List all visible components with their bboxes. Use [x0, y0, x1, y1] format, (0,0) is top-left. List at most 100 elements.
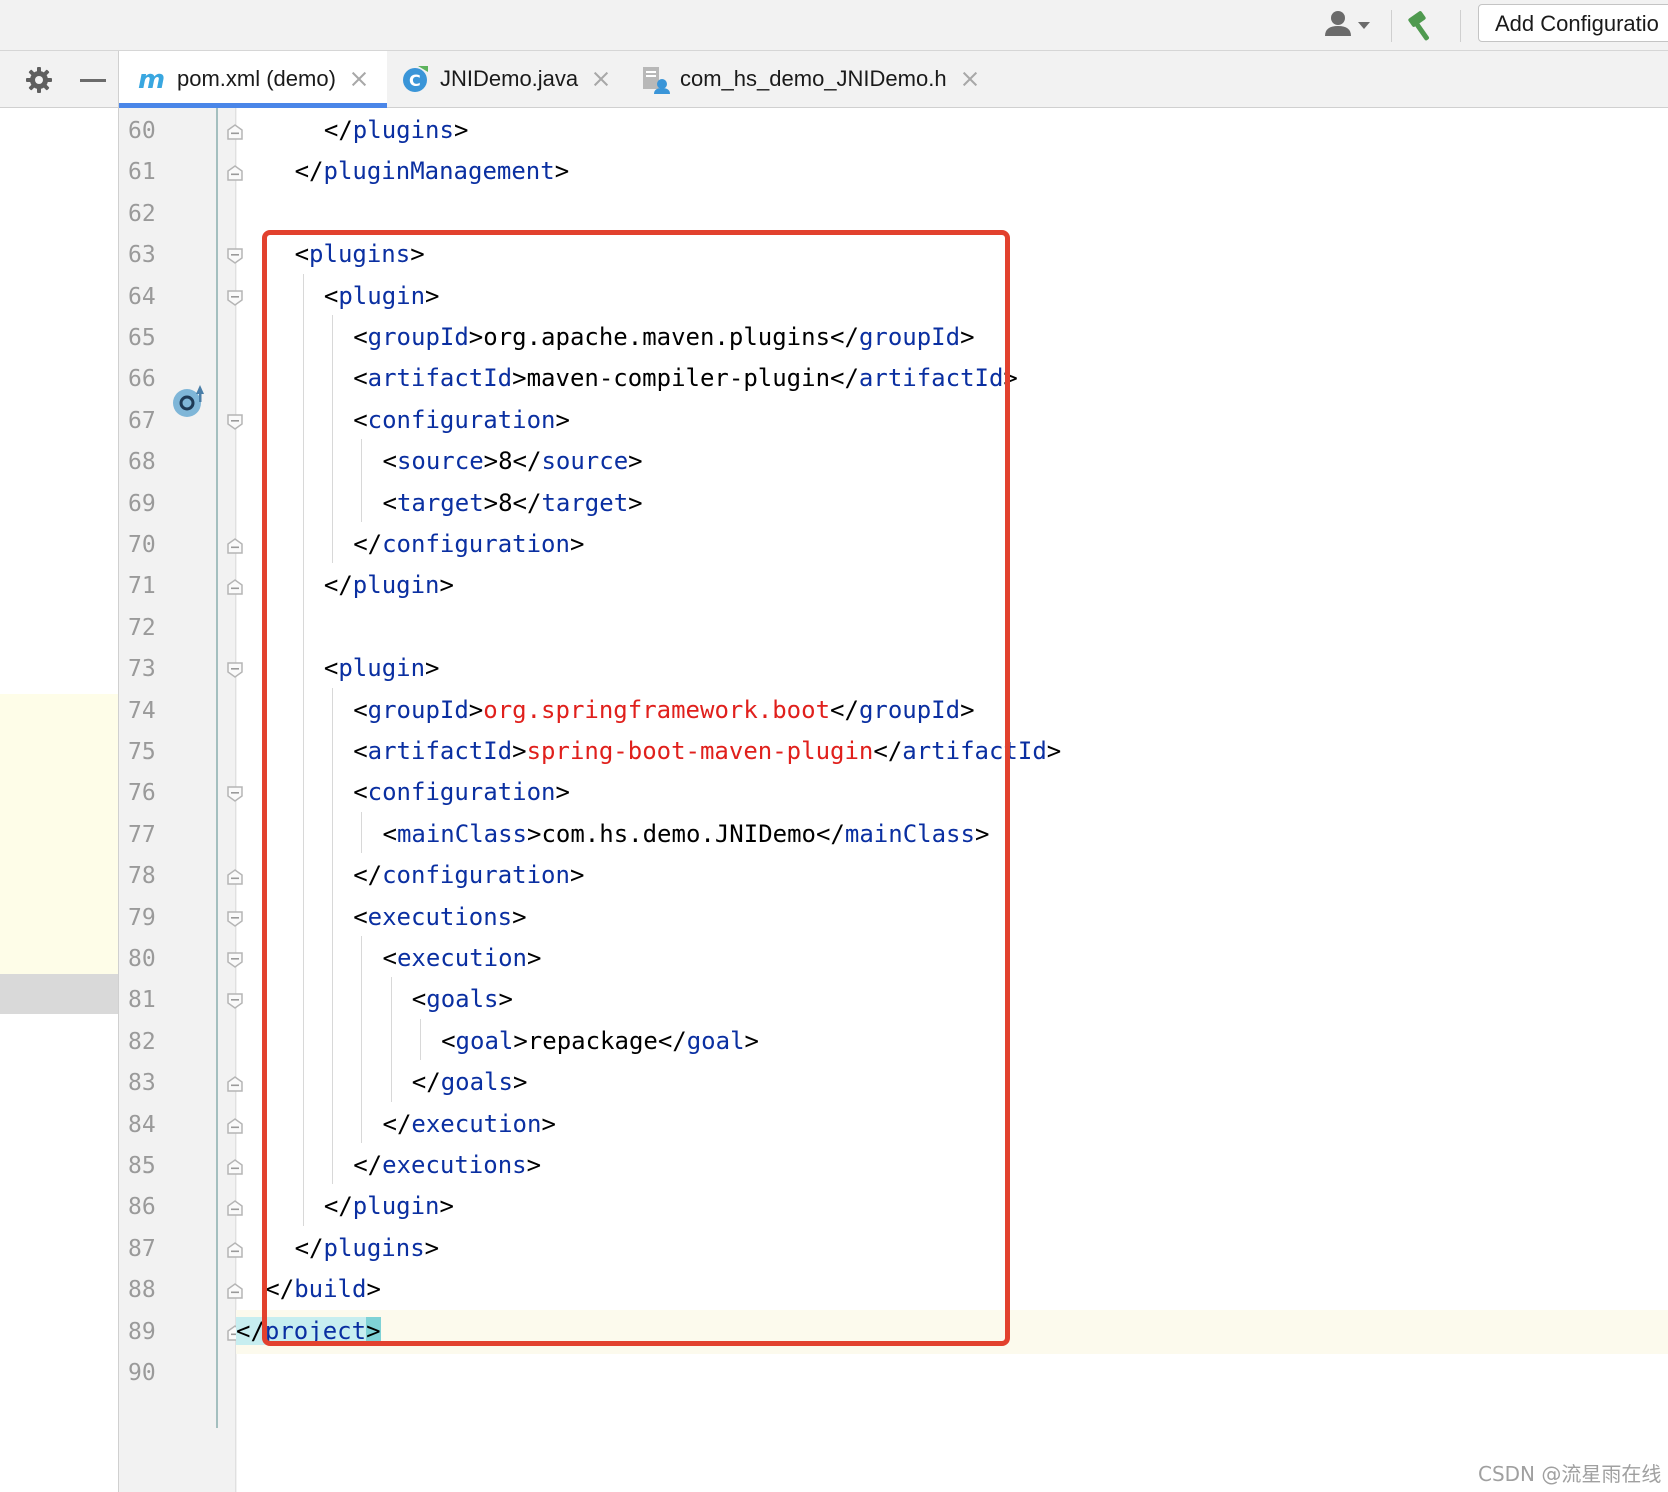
line-number: 90: [128, 1360, 156, 1386]
line-number: 76: [128, 780, 156, 807]
line-number: 69: [128, 490, 156, 517]
code-text: </: [353, 530, 383, 558]
code-text: <: [353, 902, 368, 931]
code-text: >: [1046, 737, 1062, 765]
code-text: >: [569, 530, 585, 558]
line-number: 87: [128, 1235, 156, 1262]
xml-tag-name: plugin: [352, 571, 440, 600]
code-text: <: [382, 488, 397, 517]
line-number: 73: [128, 656, 156, 683]
code-text: >: [439, 1192, 454, 1221]
xml-tag-name: configuration: [382, 530, 570, 558]
code-text: >repackage</: [513, 1026, 687, 1055]
tab-label: com_hs_demo_JNIDemo.h: [680, 66, 947, 91]
close-icon[interactable]: [352, 72, 366, 86]
java-class-icon: C: [400, 64, 430, 94]
line-number: 68: [128, 449, 156, 476]
code-text: >maven-compiler-plugin</: [512, 364, 859, 393]
tab-label: pom.xml (demo): [177, 66, 336, 91]
line-number: 75: [128, 739, 156, 765]
code-line: <executions>: [353, 895, 526, 939]
code-text: </: [830, 695, 859, 724]
code-text: >: [628, 447, 643, 476]
editor-tab-bar: m pom.xml (demo) C JNIDemo.java com_hs_d…: [0, 51, 1668, 108]
close-icon[interactable]: [963, 72, 977, 86]
code-text: </: [323, 1192, 353, 1221]
line-number: 80: [128, 946, 156, 972]
code-text: >: [527, 944, 542, 972]
code-line: <artifactId>spring-boot-maven-plugin</ar…: [353, 729, 1061, 773]
line-number: 85: [128, 1153, 156, 1179]
code-text: <: [323, 281, 339, 310]
code-text: <: [382, 447, 397, 476]
code-text: <: [353, 323, 368, 351]
add-configuration-button[interactable]: Add Configuratio: [1478, 4, 1668, 42]
code-line: </pluginManagement>: [295, 149, 570, 193]
code-text: >: [512, 737, 527, 765]
xml-tag-name: build: [294, 1275, 367, 1304]
code-text: <: [411, 985, 427, 1014]
code-line: <groupId>org.springframework.boot</group…: [353, 688, 974, 732]
xml-tag-name: execution: [396, 944, 527, 972]
line-number: 81: [128, 987, 156, 1014]
code-text: >: [569, 861, 585, 890]
minimize-icon[interactable]: [80, 79, 106, 82]
code-text: >org.apache.maven.plugins</: [468, 323, 859, 351]
code-text: >: [541, 1109, 556, 1138]
xml-tag-name: plugin: [338, 654, 426, 683]
svg-text:m: m: [138, 65, 165, 94]
xml-tag-name: pluginManagement: [323, 157, 555, 186]
code-text: >com.hs.demo.JNIDemo</: [527, 819, 845, 848]
line-number: 78: [128, 863, 156, 890]
changed-lines-marker: [0, 694, 118, 974]
code-line: </plugin>: [324, 1184, 454, 1228]
highlighted-value: spring-boot-maven-plugin: [526, 737, 874, 765]
code-text: </: [382, 1109, 412, 1138]
xml-tag-name: plugins: [352, 116, 454, 144]
overrides-marker-icon[interactable]: [170, 382, 208, 420]
toolbar-separator: [1460, 10, 1461, 42]
code-text: <: [353, 695, 368, 724]
gear-icon[interactable]: [24, 65, 54, 95]
code-text: >: [555, 778, 570, 807]
xml-tag-name: artifactId: [367, 364, 513, 393]
code-text: >: [628, 488, 643, 517]
xml-tag-name: configuration: [382, 861, 570, 890]
code-line: <source>8</source>: [383, 439, 643, 483]
line-number: 77: [128, 821, 156, 848]
code-line: </executions>: [353, 1143, 541, 1187]
build-hammer-icon[interactable]: [1405, 6, 1443, 44]
line-number: 64: [128, 283, 156, 310]
code-line: <target>8</target>: [383, 481, 643, 525]
code-text: >: [526, 1151, 542, 1179]
xml-tag-name: mainClass: [396, 819, 527, 848]
line-number: 61: [128, 159, 156, 186]
xml-tag-name: target: [396, 488, 484, 517]
tab-pom-xml[interactable]: m pom.xml (demo): [119, 51, 387, 108]
indent-guide: [419, 1018, 421, 1061]
user-account-icon[interactable]: [1322, 8, 1378, 40]
highlighted-value: org.springframework.boot: [483, 695, 831, 724]
code-line: </goals>: [412, 1060, 528, 1104]
code-editor[interactable]: </plugins> </pluginManagement> <plugins> <p…: [236, 108, 1668, 1492]
code-text: <: [382, 944, 397, 972]
code-text: >: [425, 654, 440, 683]
xml-tag-name: executions: [367, 902, 513, 931]
code-text: </: [323, 116, 353, 144]
code-text: >: [366, 1316, 381, 1345]
indent-guide: [361, 936, 363, 1143]
xml-tag-name: configuration: [367, 778, 556, 807]
tab-jnidemo-header[interactable]: com_hs_demo_JNIDemo.h: [640, 51, 980, 107]
indent-guide: [361, 811, 363, 854]
xml-tag-name: artifactId: [858, 364, 1004, 393]
code-text: >: [555, 405, 570, 434]
xml-tag-name: groupId: [367, 323, 469, 351]
indent-guide: [390, 977, 392, 1102]
code-text: </: [873, 737, 903, 765]
tab-jnidemo-java[interactable]: C JNIDemo.java: [400, 51, 640, 107]
xml-tag-name: groupId: [858, 323, 961, 351]
close-icon[interactable]: [594, 72, 608, 86]
line-number: 74: [128, 697, 156, 724]
code-line: <groupId>org.apache.maven.plugins</group…: [353, 315, 974, 359]
code-text: </: [236, 1316, 265, 1345]
